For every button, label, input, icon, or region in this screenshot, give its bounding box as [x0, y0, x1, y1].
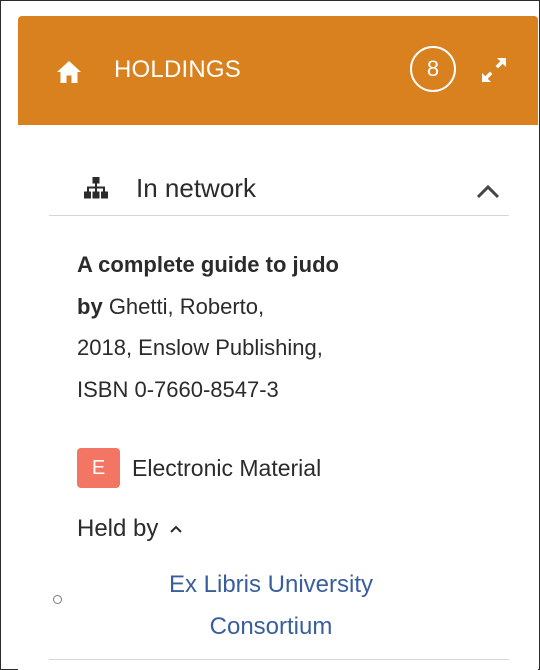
network-icon: [84, 177, 108, 199]
in-network-title: In network: [136, 173, 256, 203]
institution-name-line2: Consortium: [209, 613, 333, 640]
material-badge: E: [77, 448, 120, 488]
holdings-panel: HOLDINGS 8 In network A complete guide t…: [18, 16, 538, 670]
held-by-toggle[interactable]: Held by: [77, 512, 183, 546]
list-bullet-icon: [53, 595, 62, 604]
expand-icon[interactable]: [478, 54, 510, 86]
record-publication: 2018, Enslow Publishing,: [77, 335, 323, 360]
institution-link[interactable]: Ex Libris University Consortium: [136, 564, 406, 648]
material-type: E Electronic Material: [77, 448, 497, 488]
record-author: Ghetti, Roberto,: [108, 293, 265, 319]
holdings-header: HOLDINGS 8: [18, 16, 538, 125]
holdings-count-badge: 8: [410, 46, 456, 92]
institution-name-line1: Ex Libris University: [168, 571, 374, 598]
in-network-section-toggle[interactable]: In network: [49, 125, 509, 216]
section-divider: [49, 659, 509, 660]
record-title: A complete guide to judo: [77, 252, 339, 277]
home-icon: [57, 61, 81, 83]
held-by-label: Held by: [77, 515, 159, 542]
author-prefix: by: [77, 293, 103, 319]
record-details: A complete guide to judo by Ghetti, Robe…: [77, 244, 497, 410]
material-label: Electronic Material: [132, 455, 322, 481]
chevron-up-icon[interactable]: [475, 183, 501, 199]
record-isbn: ISBN 0-7660-8547-3: [77, 376, 279, 402]
chevron-up-small-icon: [170, 525, 182, 533]
holdings-title: HOLDINGS: [114, 56, 241, 83]
